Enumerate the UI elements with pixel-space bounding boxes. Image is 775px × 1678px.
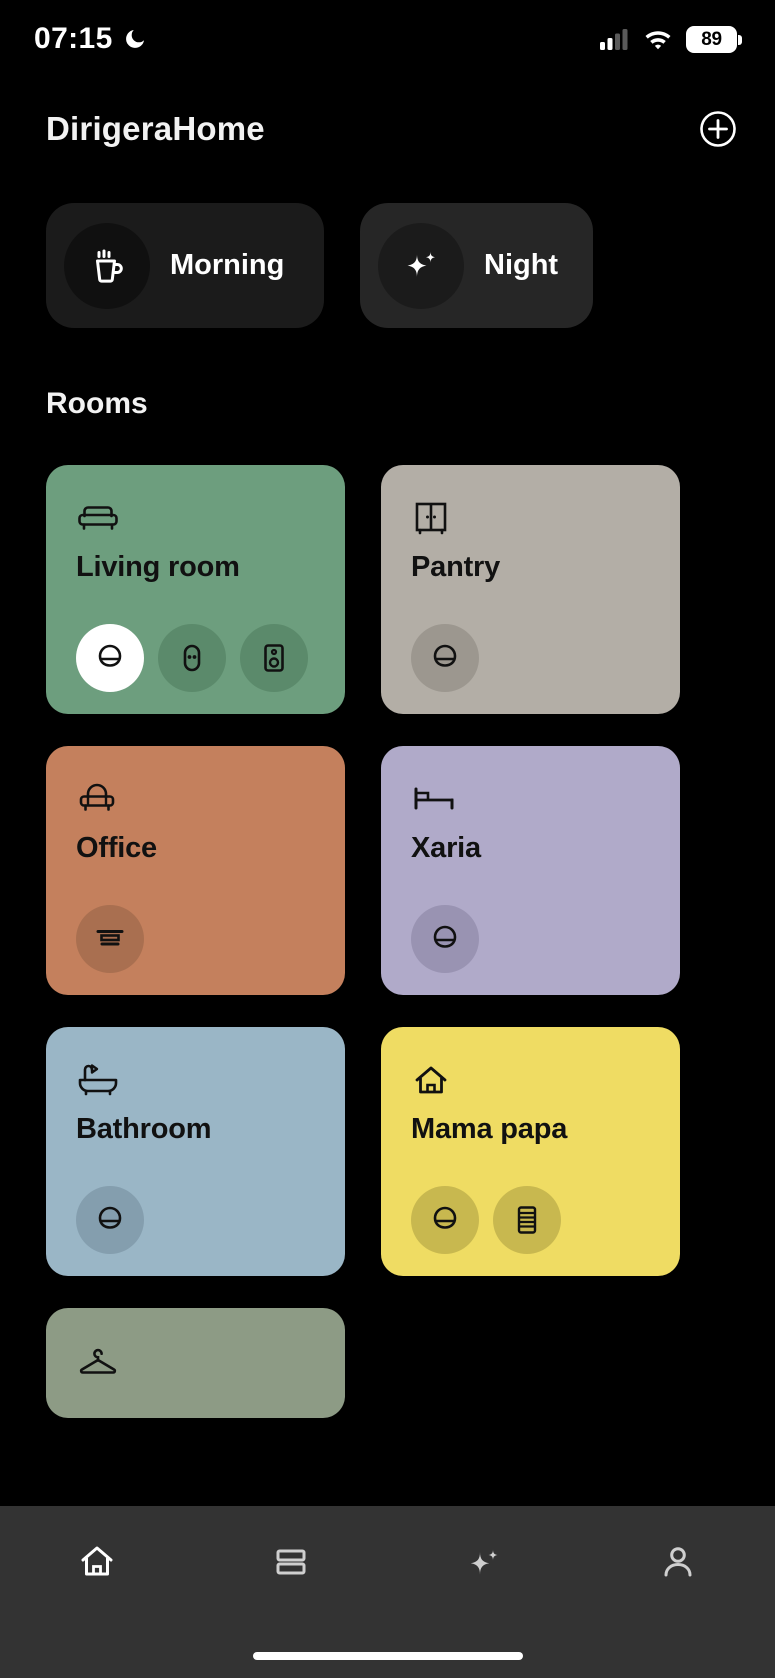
battery-level-label: 89 — [701, 28, 722, 50]
nav-tab-devices[interactable] — [194, 1532, 388, 1592]
room-name: Office — [76, 832, 157, 864]
room-name: Mama papa — [411, 1113, 568, 1145]
room-card-xaria[interactable]: Xaria — [381, 746, 680, 995]
room-card-wardrobe[interactable] — [46, 1308, 345, 1418]
status-bar: 07:15 89 — [0, 0, 775, 78]
device-chips — [411, 1186, 561, 1254]
page-title: DirigeraHome — [46, 110, 265, 147]
armchair-icon — [76, 778, 319, 820]
device-chip-blinds-icon[interactable] — [76, 905, 144, 973]
sparkle-icon — [471, 1549, 498, 1575]
device-chips — [411, 905, 479, 973]
home-indicator — [252, 1652, 523, 1660]
wifi-icon — [643, 28, 673, 50]
cellular-signal-icon — [600, 28, 630, 50]
app-header: DirigeraHome — [0, 95, 775, 163]
device-chip-light-bulb-icon[interactable] — [76, 1186, 144, 1254]
nav-tab-profile[interactable] — [581, 1532, 775, 1592]
room-card-office[interactable]: Office — [46, 746, 345, 995]
nav-tab-home[interactable] — [0, 1532, 194, 1592]
battery-tip — [738, 34, 742, 45]
moon-icon — [123, 27, 147, 51]
rooms-grid: Living room Pantry Office Xaria Bathroom… — [46, 465, 729, 1418]
device-chip-blinds-stack-icon[interactable] — [493, 1186, 561, 1254]
scene-label-night: Night — [484, 249, 559, 281]
device-chips — [411, 624, 479, 692]
room-name: Living room — [76, 551, 240, 583]
bathtub-icon — [76, 1059, 319, 1101]
person-icon — [664, 1547, 692, 1577]
house-icon — [411, 1059, 654, 1101]
device-chips — [76, 1186, 144, 1254]
device-chip-light-bulb-icon[interactable] — [411, 624, 479, 692]
device-chip-light-bulb-icon[interactable] — [411, 905, 479, 973]
bed-icon — [411, 778, 654, 820]
plus-circle-icon[interactable] — [699, 110, 737, 148]
home-icon — [81, 1546, 113, 1576]
device-chips — [76, 624, 308, 692]
coffee-cup-icon — [64, 222, 150, 309]
device-chip-remote-control-icon[interactable] — [158, 624, 226, 692]
room-name: Bathroom — [76, 1113, 212, 1145]
sofa-icon — [76, 497, 319, 539]
status-bar-right: 89 — [600, 25, 742, 53]
room-card-bathroom[interactable]: Bathroom — [46, 1027, 345, 1276]
sparkle-icon — [378, 222, 464, 309]
section-heading-rooms: Rooms — [46, 387, 148, 420]
scene-button-night[interactable]: Night — [360, 203, 593, 328]
scene-label-morning: Morning — [170, 249, 285, 281]
app-screen: 07:15 89 DirigeraHome Morning Night Room… — [0, 0, 775, 1678]
room-card-living-room[interactable]: Living room — [46, 465, 345, 714]
status-bar-left: 07:15 — [34, 22, 147, 56]
room-card-mama-papa[interactable]: Mama papa — [381, 1027, 680, 1276]
clothes-hanger-icon — [76, 1340, 319, 1382]
devices-icon — [276, 1549, 306, 1575]
status-bar-clock: 07:15 — [34, 22, 113, 55]
nav-tab-scenes[interactable] — [388, 1532, 582, 1592]
device-chip-light-bulb-icon[interactable] — [76, 624, 144, 692]
room-name: Pantry — [411, 551, 501, 583]
room-card-pantry[interactable]: Pantry — [381, 465, 680, 714]
room-name: Xaria — [411, 832, 481, 864]
cabinet-icon — [411, 497, 654, 539]
device-chips — [76, 905, 144, 973]
scene-shortcuts: Morning Night — [46, 203, 593, 328]
scene-button-morning[interactable]: Morning — [46, 203, 324, 328]
device-chip-light-bulb-icon[interactable] — [411, 1186, 479, 1254]
device-chip-speaker-icon[interactable] — [240, 624, 308, 692]
battery-icon: 89 — [686, 25, 742, 53]
